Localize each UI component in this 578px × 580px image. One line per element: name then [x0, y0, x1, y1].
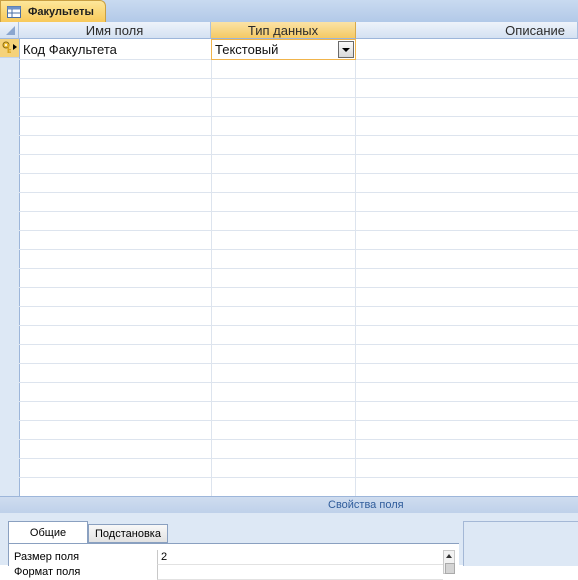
data-type-combobox[interactable]: Текстовый	[211, 39, 356, 60]
column-header-field-name[interactable]: Имя поля	[19, 22, 211, 39]
column-header-description[interactable]: Описание	[356, 22, 578, 39]
data-type-value: Текстовый	[215, 42, 279, 57]
format-input[interactable]	[157, 565, 443, 580]
property-row-format[interactable]: Формат поля	[12, 565, 443, 580]
tab-general[interactable]: Общие	[8, 521, 88, 543]
property-help-box	[463, 521, 578, 566]
properties-scrollbar[interactable]	[443, 550, 455, 574]
table-design-grid: Имя поля Тип данных Описание Код Факульт…	[0, 22, 578, 496]
field-name-cell[interactable]: Код Факультета	[23, 40, 209, 59]
table-icon	[7, 5, 21, 18]
select-all-corner[interactable]	[0, 22, 19, 39]
document-tab-bar: Факультеты	[0, 0, 578, 23]
properties-list: Размер поля 2 Формат поля	[8, 543, 459, 580]
row-selector-column[interactable]	[0, 39, 20, 496]
field-properties-header: Свойства поля	[0, 496, 578, 514]
chevron-down-icon	[342, 47, 350, 52]
document-tab-fakultety[interactable]: Факультеты	[0, 0, 106, 22]
properties-tabs: Общие Подстановка Размер поля 2 Формат п…	[8, 521, 459, 580]
property-name: Формат поля	[14, 566, 81, 578]
property-name: Размер поля	[14, 551, 80, 563]
field-properties-pane: Общие Подстановка Размер поля 2 Формат п…	[0, 513, 578, 580]
primary-key-icon	[2, 41, 17, 53]
scroll-up-icon[interactable]	[446, 554, 452, 558]
tab-lookup[interactable]: Подстановка	[88, 524, 168, 543]
field-properties-title: Свойства поля	[328, 499, 404, 511]
document-tab-label: Факультеты	[28, 5, 94, 18]
description-cell[interactable]	[360, 40, 575, 59]
data-type-dropdown-button[interactable]	[338, 41, 354, 58]
property-row-field-size[interactable]: Размер поля 2	[12, 550, 443, 565]
column-header-data-type[interactable]: Тип данных	[211, 22, 356, 39]
field-size-input[interactable]: 2	[157, 550, 443, 565]
